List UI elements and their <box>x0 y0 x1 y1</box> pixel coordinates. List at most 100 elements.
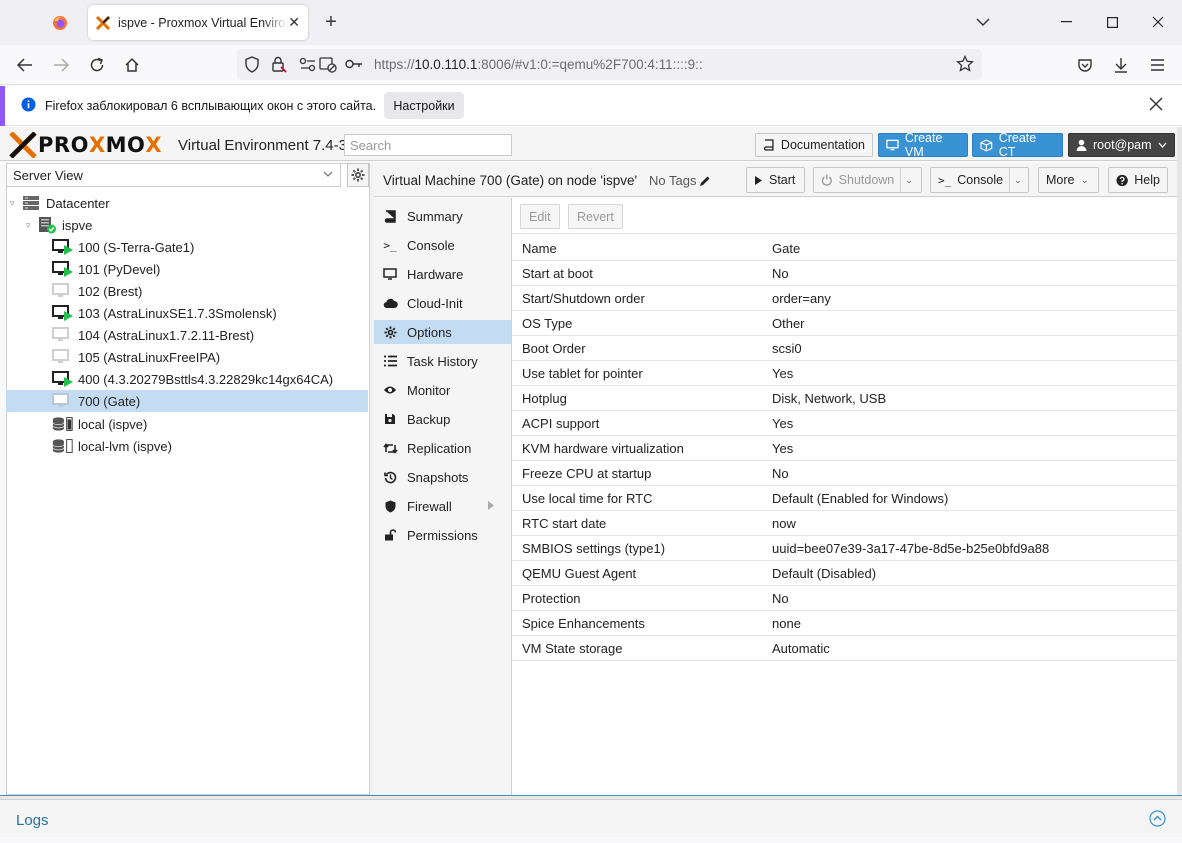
menu-item-permissions[interactable]: Permissions <box>374 523 511 547</box>
table-row[interactable]: Use tablet for pointer Yes <box>512 361 1177 386</box>
menu-item-summary[interactable]: Summary <box>374 204 511 228</box>
user-menu-button[interactable]: root@pam <box>1068 133 1175 157</box>
table-row[interactable]: Freeze CPU at startup No <box>512 461 1177 486</box>
table-row[interactable]: OS Type Other <box>512 311 1177 336</box>
list-tabs-icon[interactable] <box>968 8 998 36</box>
close-tab-icon[interactable]: ✕ <box>288 14 300 31</box>
back-arrow-icon[interactable] <box>13 54 37 76</box>
table-row[interactable]: RTC start date now <box>512 511 1177 536</box>
firefox-tab[interactable] <box>36 6 84 39</box>
tree-node-ispve[interactable]: ▿ ispve <box>6 214 368 236</box>
tags-editor[interactable]: No Tags <box>649 173 711 188</box>
table-row[interactable]: Hotplug Disk, Network, USB <box>512 386 1177 411</box>
url-text[interactable]: https://10.0.110.1:8006/#v1:0:=qemu%2F70… <box>374 57 703 72</box>
option-value: order=any <box>772 290 831 306</box>
revert-button[interactable]: Revert <box>568 204 623 229</box>
desktop-icon <box>382 268 398 280</box>
table-row[interactable]: Start/Shutdown order order=any <box>512 286 1177 311</box>
view-settings-button[interactable] <box>347 163 369 187</box>
menu-item-task-history[interactable]: Task History <box>374 349 511 373</box>
lock-warning-icon[interactable] <box>271 56 287 73</box>
search-input[interactable]: Search <box>344 134 512 156</box>
table-row[interactable]: SMBIOS settings (type1) uuid=bee07e39-3a1… <box>512 536 1177 561</box>
option-value: Other <box>772 315 805 331</box>
more-button[interactable]: More ⌄ <box>1038 167 1099 193</box>
eye-icon <box>382 385 398 395</box>
collapse-icon[interactable]: ▿ <box>26 220 36 231</box>
logs-title[interactable]: Logs <box>16 812 49 829</box>
table-row[interactable]: Start at boot No <box>512 261 1177 286</box>
options-toolbar: Edit Revert <box>512 198 1177 234</box>
permissions-icon[interactable] <box>299 57 317 72</box>
tree-node-vm-104[interactable]: 104 (AstraLinux1.7.2.11-Brest) <box>6 324 368 346</box>
menu-item-firewall[interactable]: Firewall <box>374 494 511 518</box>
app-menu-icon[interactable] <box>1145 54 1169 76</box>
start-button[interactable]: Start <box>746 167 805 193</box>
table-row[interactable]: ACPI support Yes <box>512 411 1177 436</box>
shield-icon[interactable] <box>244 56 260 73</box>
expand-logs-icon[interactable] <box>1149 810 1166 827</box>
option-value: Default (Enabled for Windows) <box>772 490 949 506</box>
tree-node-storage-local-lvm[interactable]: local-lvm (ispve) <box>6 435 368 457</box>
maximize-icon[interactable] <box>1097 8 1127 36</box>
help-button[interactable]: Help <box>1108 167 1168 193</box>
table-row[interactable]: Name Gate <box>512 236 1177 261</box>
tree-node-vm-100[interactable]: 100 (S-Terra-Gate1) <box>6 236 368 258</box>
tree-node-vm-400[interactable]: 400 (4.3.20279Bsttls4.3.22829kc14gx64CA) <box>6 368 368 390</box>
tree-node-vm-700[interactable]: 700 (Gate) <box>6 390 368 412</box>
create-vm-button[interactable]: Create VM <box>878 131 968 159</box>
tree-node-vm-102[interactable]: 102 (Brest) <box>6 280 368 302</box>
option-value: Yes <box>772 365 794 381</box>
option-key: Start/Shutdown order <box>522 290 645 306</box>
table-row[interactable]: QEMU Guest Agent Default (Disabled) <box>512 561 1177 586</box>
menu-item-backup[interactable]: Backup <box>374 407 511 431</box>
menu-item-snapshots[interactable]: Snapshots <box>374 465 511 489</box>
blocked-popup-icon[interactable] <box>319 57 337 73</box>
vm-running-icon <box>52 304 74 322</box>
shutdown-button[interactable]: Shutdown ⌄ <box>813 167 922 193</box>
url-bar[interactable]: https://10.0.110.1:8006/#v1:0:=qemu%2F70… <box>237 49 982 80</box>
chevron-down-icon[interactable]: ⌄ <box>900 168 914 192</box>
tree-node-vm-103[interactable]: 103 (AstraLinuxSE1.7.3Smolensk) <box>6 302 368 324</box>
menu-item-cloud-init[interactable]: Cloud-Init <box>374 291 511 315</box>
pencil-icon[interactable] <box>699 175 711 187</box>
table-row[interactable]: Boot Order scsi0 <box>512 336 1177 361</box>
forward-arrow-icon[interactable] <box>49 54 73 76</box>
table-row[interactable]: Use local time for RTC Default (Enabled f… <box>512 486 1177 511</box>
tree-node-datacenter[interactable]: ▿ Datacenter <box>6 192 368 214</box>
menu-item-options[interactable]: Options <box>374 320 511 344</box>
tab-proxmox[interactable]: ispve - Proxmox Virtual Environment ✕ <box>88 5 308 40</box>
table-row[interactable]: VM State storage Automatic <box>512 636 1177 661</box>
server-view-select[interactable]: Server View <box>6 163 341 187</box>
pocket-icon[interactable] <box>1073 54 1097 76</box>
menu-item-replication[interactable]: Replication <box>374 436 511 460</box>
menu-item-console[interactable]: >_ Console <box>374 233 511 257</box>
key-icon[interactable] <box>345 58 363 70</box>
table-row[interactable]: Protection No <box>512 586 1177 611</box>
collapse-icon[interactable]: ▿ <box>10 198 20 209</box>
tree-node-vm-105[interactable]: 105 (AstraLinuxFreeIPA) <box>6 346 368 368</box>
edit-button[interactable]: Edit <box>520 204 560 229</box>
console-button[interactable]: >_ Console ⌄ <box>930 167 1029 193</box>
option-key: Hotplug <box>522 390 567 406</box>
chevron-down-icon[interactable]: ⌄ <box>1009 168 1022 192</box>
home-icon[interactable] <box>120 54 144 76</box>
reload-icon[interactable] <box>85 54 109 76</box>
minimize-icon[interactable] <box>1051 8 1081 36</box>
datacenter-icon <box>20 194 42 212</box>
menu-item-monitor[interactable]: Monitor <box>374 378 511 402</box>
table-row[interactable]: KVM hardware virtualization Yes <box>512 436 1177 461</box>
create-ct-button[interactable]: Create CT <box>972 131 1063 159</box>
menu-item-hardware[interactable]: Hardware <box>374 262 511 286</box>
tree-node-vm-101[interactable]: 101 (PyDevel) <box>6 258 368 280</box>
close-window-icon[interactable] <box>1143 8 1173 36</box>
close-notification-icon[interactable] <box>1149 97 1163 111</box>
expand-arrow-icon[interactable] <box>488 501 494 510</box>
downloads-icon[interactable] <box>1109 54 1133 76</box>
notification-settings-button[interactable]: Настройки <box>384 92 464 119</box>
new-tab-button[interactable]: + <box>318 9 344 35</box>
bookmark-star-icon[interactable] <box>956 55 974 73</box>
tree-node-storage-local[interactable]: local (ispve) <box>6 413 368 435</box>
documentation-button[interactable]: Documentation <box>755 133 873 157</box>
table-row[interactable]: Spice Enhancements none <box>512 611 1177 636</box>
